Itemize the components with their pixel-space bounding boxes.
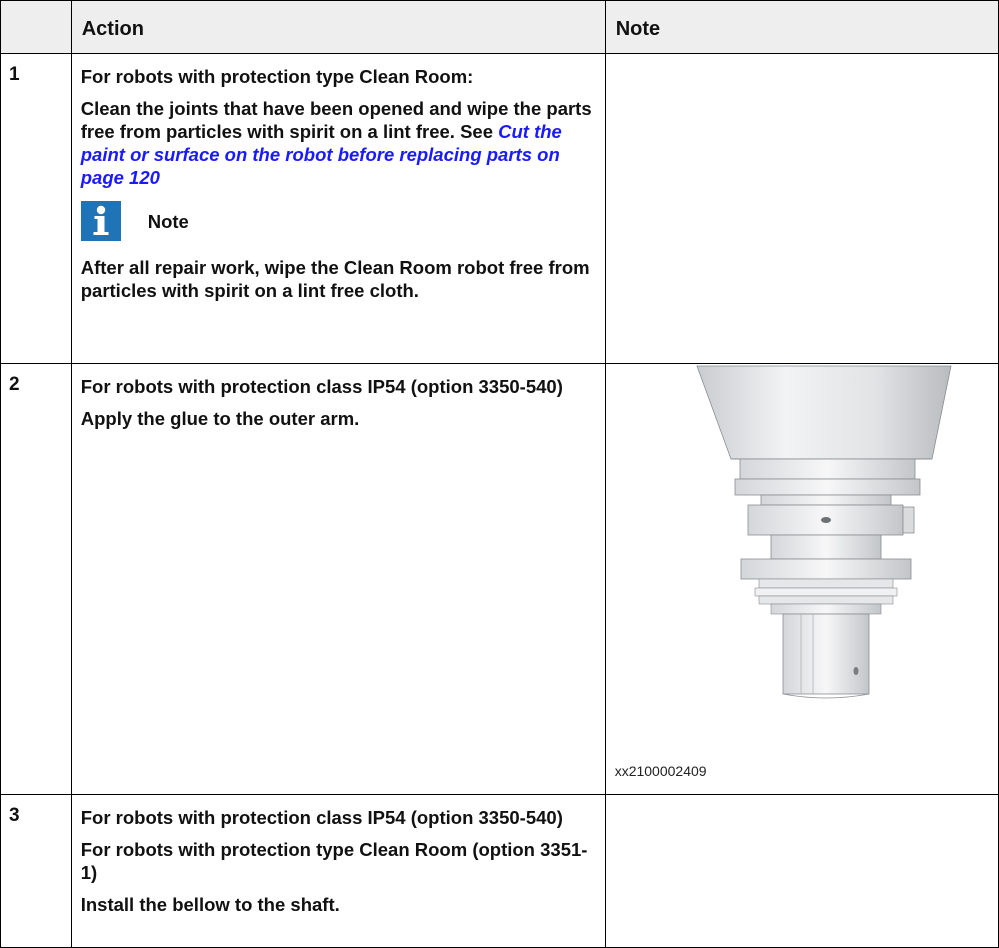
table-row: 2 For robots with protection class IP54 …	[0, 363, 999, 795]
action-cell: For robots with protection class IP54 (o…	[70, 794, 606, 948]
action-text: For robots with protection class IP54 (o…	[80, 807, 563, 828]
step-number: 1	[0, 53, 72, 364]
header-step	[0, 0, 72, 54]
table-row: 3 For robots with protection class IP54 …	[0, 794, 999, 948]
action-text: Install the bellow to the shaft.	[80, 894, 340, 915]
info-icon	[80, 201, 121, 241]
action-text: Apply the glue to the outer arm.	[80, 408, 360, 429]
action-text: For robots with protection class IP54 (o…	[80, 376, 563, 397]
header-note: Note	[604, 0, 999, 54]
action-text: Clean the joints that have been opened a…	[80, 98, 592, 188]
note-cell	[604, 794, 999, 948]
procedure-table: Action Note 1 For robots with protection…	[0, 0, 999, 948]
action-text: For robots with protection type Clean Ro…	[80, 839, 588, 883]
step-number: 2	[0, 363, 72, 795]
step-number: 3	[0, 794, 72, 948]
header-action: Action	[70, 0, 606, 54]
note-cell	[604, 53, 999, 364]
table-header-row: Action Note	[0, 0, 999, 54]
action-text: For robots with protection type Clean Ro…	[80, 66, 474, 87]
note-admonition: Note	[80, 201, 595, 241]
note-label: Note	[147, 210, 189, 232]
robot-shaft-illustration	[691, 364, 961, 704]
admonition-text: After all repair work, wipe the Clean Ro…	[80, 257, 590, 301]
table-row: 1 For robots with protection type Clean …	[0, 53, 999, 364]
image-id: xx2100002409	[614, 763, 707, 779]
action-cell: For robots with protection type Clean Ro…	[70, 53, 606, 364]
note-image-cell: xx2100002409	[604, 363, 999, 795]
action-cell: For robots with protection class IP54 (o…	[70, 363, 606, 795]
